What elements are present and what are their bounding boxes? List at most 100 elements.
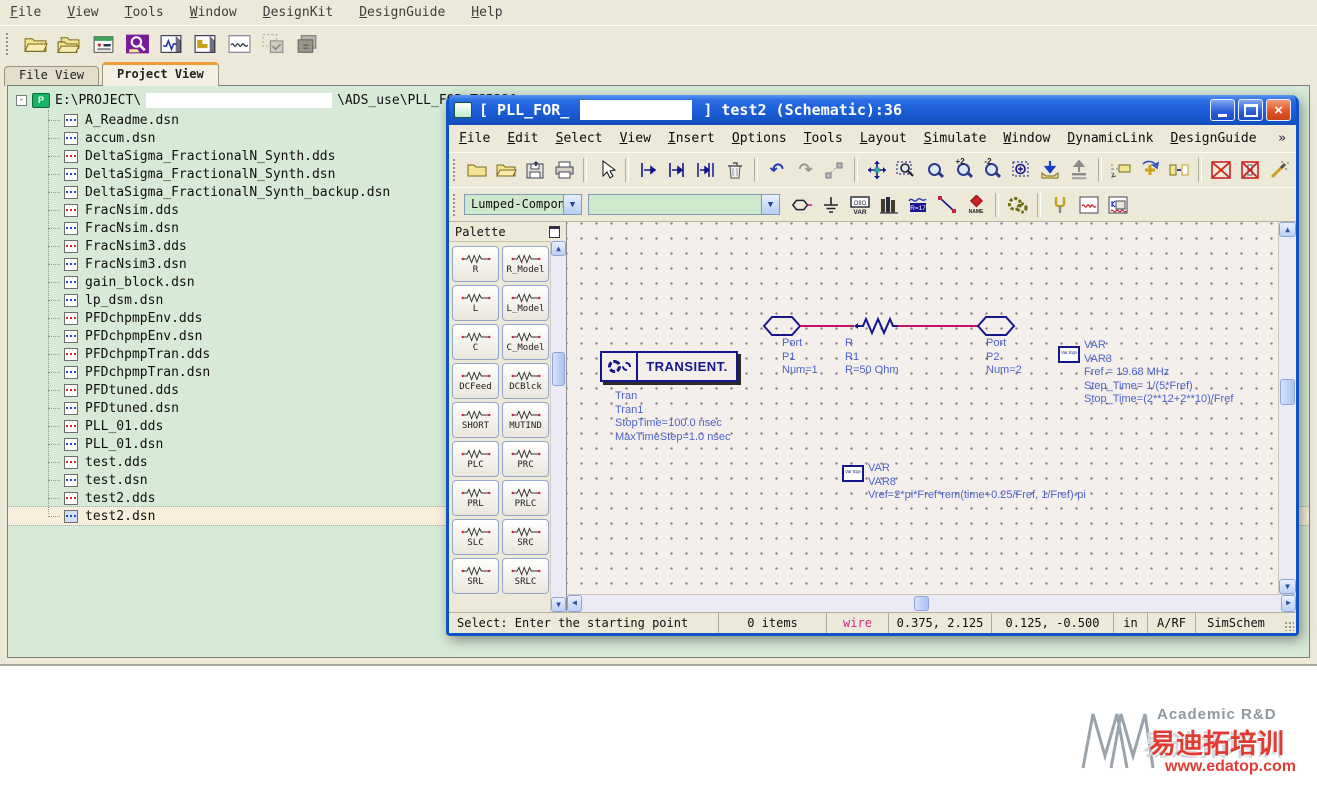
pan-view-icon[interactable] [864,158,890,182]
var8-block[interactable]: VAR VAR8 Vref=2*pi*Fref*rem(time+0.25/Fref… [868,462,1086,503]
menu-item[interactable]: File [10,5,41,20]
palette-component-button[interactable]: PRC [502,441,549,477]
menu-item[interactable]: Simulate [924,131,987,146]
palette-component-button[interactable]: PLC [452,441,499,477]
zoom-to-selection-icon[interactable] [1008,158,1034,182]
palette-scrollbar[interactable]: ▲ ▼ [550,241,566,612]
chevron-down-icon[interactable]: ▼ [563,195,581,214]
transient-parameters[interactable]: Tran Tran1 StopTime=100.0 nsec MaxTimeStep=… [615,390,730,444]
insert-pin-icon[interactable] [635,158,661,182]
new-data-display-icon[interactable] [1076,193,1102,217]
new-project-icon[interactable] [91,33,116,55]
palette-component-button[interactable]: L [452,285,499,321]
palette-restore-icon[interactable] [549,225,560,238]
redo-icon[interactable]: ↷ [793,158,819,182]
toolbar-drag-handle[interactable] [6,33,12,55]
new-design-icon[interactable] [464,158,490,182]
tune-parameters-icon[interactable] [1047,193,1073,217]
palette-select[interactable]: Lumped-Components ▼ [464,194,582,215]
insert-pin-pair-icon[interactable] [664,158,690,182]
wire-net-name-icon[interactable]: NAME [963,193,989,217]
port2-label[interactable]: Port P2 Num=2 [986,337,1022,378]
menu-item[interactable]: View [67,5,98,20]
menu-item[interactable]: Layout [860,131,907,146]
undo-icon[interactable]: ↶ [764,158,790,182]
palette-component-button[interactable]: R [452,246,499,282]
palette-component-button[interactable]: MUTIND [502,402,549,438]
open-project-icon[interactable] [23,33,48,55]
scroll-left-icon[interactable]: ◀ [567,595,582,612]
palette-component-button[interactable]: SHORT [452,402,499,438]
save-design-icon[interactable] [522,158,548,182]
menu-item[interactable]: File [459,131,490,146]
menu-item[interactable]: Tools [125,5,164,20]
palette-component-button[interactable]: PRL [452,480,499,516]
open-example-project-icon[interactable] [57,33,82,55]
zoom-in-x2-icon[interactable]: +2 [951,158,977,182]
palette-component-button[interactable]: L_Model [502,285,549,321]
zoom-in-icon[interactable] [922,158,948,182]
measurement-equation-icon[interactable]: R=17 [905,193,931,217]
insert-port-icon[interactable] [789,193,815,217]
zoom-out-x2-icon[interactable]: -2 [980,158,1006,182]
menu-item[interactable]: Edit [507,131,538,146]
activate-component-icon[interactable] [1237,158,1263,182]
menu-item[interactable]: DesignKit [263,5,333,20]
scroll-up-icon[interactable]: ▲ [1279,222,1296,237]
menu-item[interactable]: Select [556,131,603,146]
tab-project-view[interactable]: Project View [102,62,219,86]
menu-item[interactable]: Help [471,5,502,20]
palette-component-button[interactable]: SLC [452,519,499,555]
menu-overflow-chevron[interactable]: » [1278,132,1286,145]
menu-item[interactable]: DesignGuide [359,5,445,20]
component-history-select[interactable]: ▼ [588,194,780,215]
insert-var-icon[interactable]: OIIO VAR [847,193,873,217]
insert-ground-icon[interactable] [818,193,844,217]
palette-component-button[interactable]: PRLC [502,480,549,516]
canvas-vertical-scrollbar[interactable]: ▲ ▼ [1278,222,1296,594]
port1-label[interactable]: Port P1 Num=1 [782,337,818,378]
toolbar-drag-handle[interactable] [453,159,459,181]
search-project-icon[interactable] [125,33,150,55]
resize-grip[interactable] [1276,613,1296,633]
tab-file-view[interactable]: File View [4,66,100,86]
palette-component-button[interactable]: DCBlck [502,363,549,399]
push-into-hierarchy-icon[interactable] [1037,158,1063,182]
insert-wire-label-icon[interactable] [1108,158,1134,182]
menu-item[interactable]: DesignGuide [1170,131,1256,146]
display-library-icon[interactable] [876,193,902,217]
minimize-button[interactable] [1210,99,1235,121]
smart-simulation-wand-icon[interactable] [1266,158,1292,182]
schematic-titlebar[interactable]: [ PLL_FOR_] test2 (Schematic):36 × [449,95,1296,125]
var3-block[interactable]: VAR VAR3 Fref = 19.68 MHz Step_Time= 1/(5*F… [1084,339,1233,407]
print-icon[interactable] [551,158,577,182]
scroll-up-icon[interactable]: ▲ [551,241,566,256]
palette-component-button[interactable]: C_Model [502,324,549,360]
scroll-down-icon[interactable]: ▼ [1279,579,1296,594]
palette-component-button[interactable]: C [452,324,499,360]
palette-scroll-thumb[interactable] [552,352,565,386]
maximize-button[interactable] [1238,99,1263,121]
save-data-display-icon[interactable] [1105,193,1131,217]
data-display-window-icon[interactable] [227,33,252,55]
menu-item[interactable]: Window [1003,131,1050,146]
open-design-icon[interactable] [493,158,519,182]
select-cursor-icon[interactable] [593,158,619,182]
scroll-down-icon[interactable]: ▼ [551,597,566,612]
menu-item[interactable]: Insert [668,131,715,146]
pop-out-hierarchy-icon[interactable] [1066,158,1092,182]
schematic-canvas[interactable]: TRANSIENT. Tran Tran1 StopTime=100.0 nsec M… [567,222,1278,594]
mirror-icon[interactable] [1166,158,1192,182]
menu-item[interactable]: View [620,131,651,146]
circuit-wire-drawing[interactable] [762,314,1016,338]
deactivate-component-icon[interactable] [1208,158,1234,182]
collapse-icon[interactable]: - [16,94,27,106]
var-eqn-icon[interactable]: Var Eqn [842,465,864,482]
resistor-label[interactable]: R R1 R=50 Ohm [845,337,899,378]
simulate-icon[interactable] [1005,193,1031,217]
close-button[interactable]: × [1266,99,1291,121]
schematic-window-icon[interactable] [159,33,184,55]
palette-component-button[interactable]: R_Model [502,246,549,282]
menu-item[interactable]: Options [732,131,787,146]
toolbar-drag-handle[interactable] [453,193,459,216]
